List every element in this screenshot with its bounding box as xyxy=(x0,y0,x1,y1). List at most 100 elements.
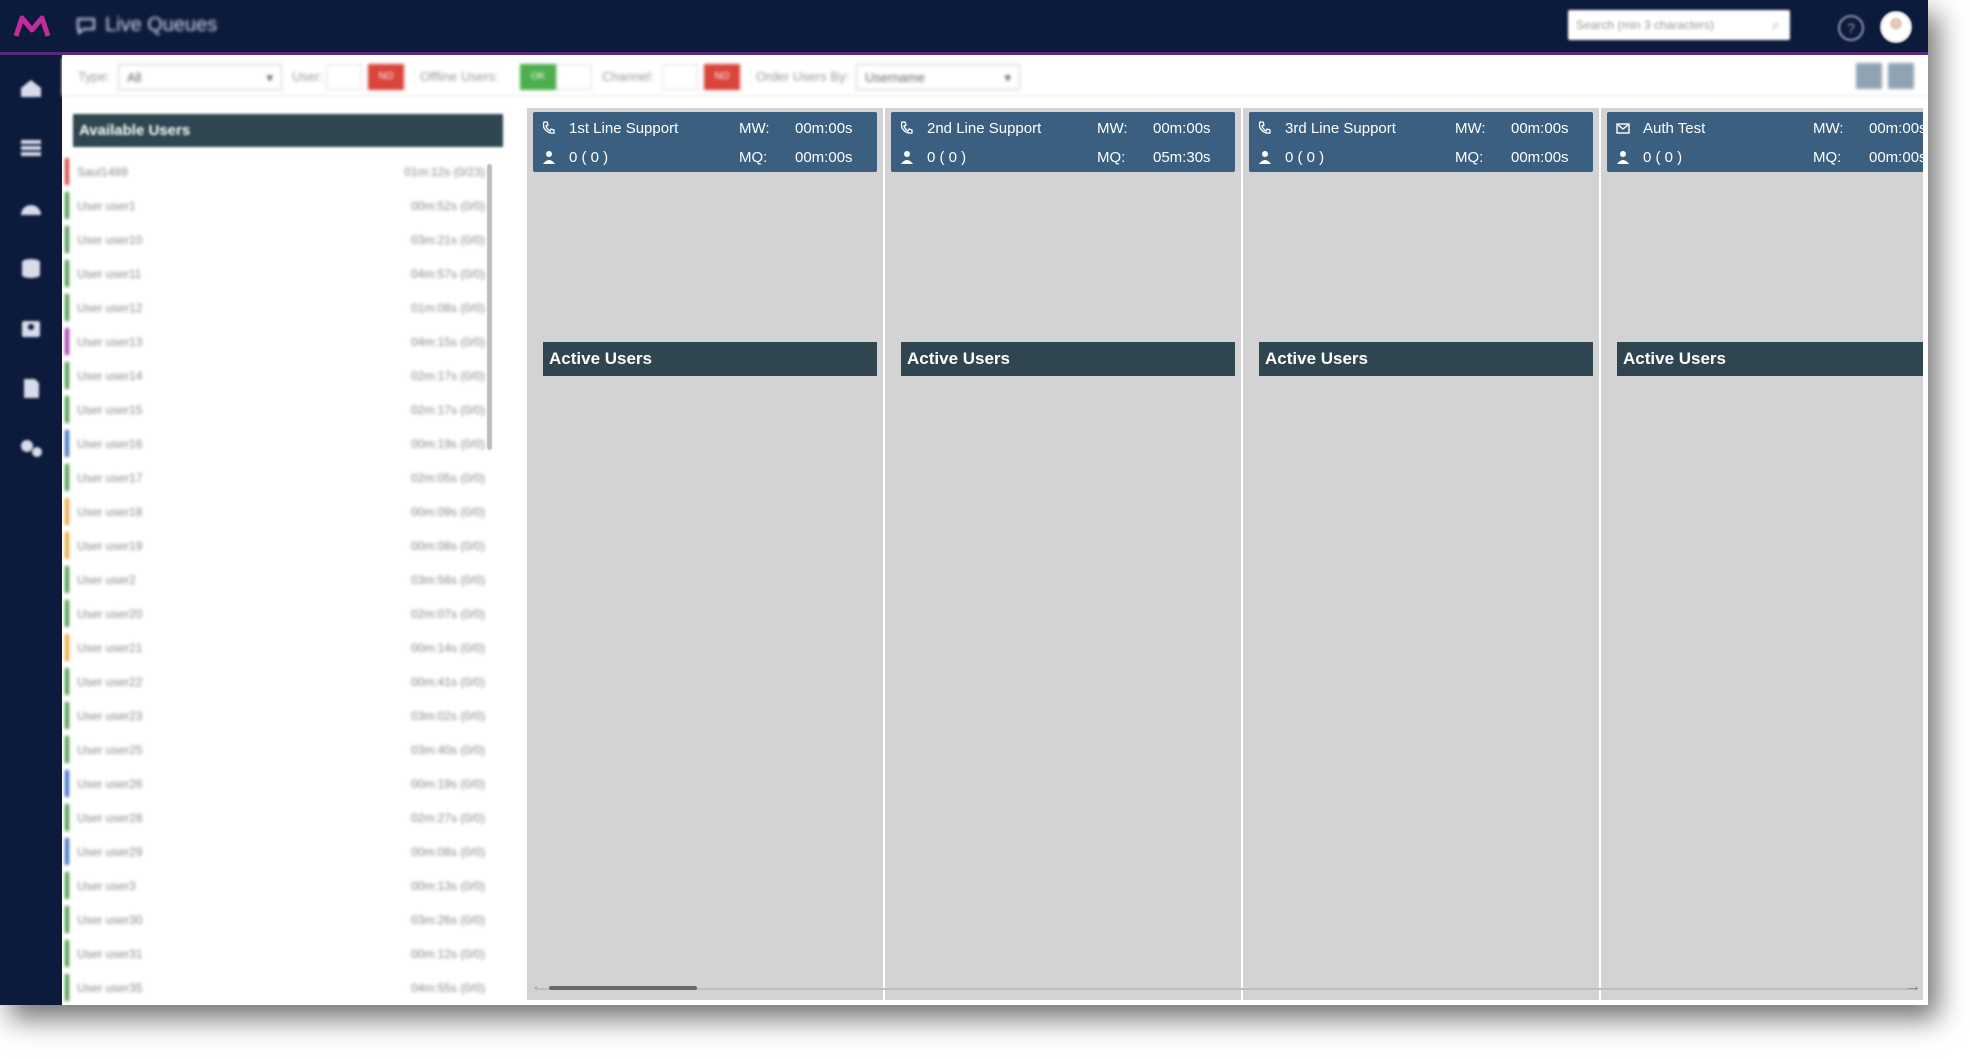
user-name: User user25 xyxy=(77,743,143,757)
mw-value: 00m:00s xyxy=(1511,120,1569,137)
mq-label: MQ: xyxy=(1455,149,1484,166)
list-item[interactable]: User user25 03m:40s (0/0) xyxy=(65,736,485,763)
user-status-bar xyxy=(65,294,69,321)
scroll-right-icon[interactable]: → xyxy=(1905,978,1921,996)
user-time: 04m:15s (0/0) xyxy=(410,335,485,349)
offline-users-toggle[interactable]: OK xyxy=(520,64,556,90)
list-item[interactable]: User user20 02m:07s (0/0) xyxy=(65,600,485,627)
queue-header[interactable]: 2nd Line Support MW: 00m:00s 0 ( 0 ) MQ: 05m:… xyxy=(891,112,1235,172)
list-item[interactable]: User user16 00m:19s (0/0) xyxy=(65,430,485,457)
list-item[interactable]: User user22 00m:41s (0/0) xyxy=(65,668,485,695)
user-list-scrollbar[interactable] xyxy=(487,164,492,450)
list-item[interactable]: User user13 04m:15s (0/0) xyxy=(65,328,485,355)
queue-header[interactable]: 3rd Line Support MW: 00m:00s 0 ( 0 ) MQ: 00m:… xyxy=(1249,112,1593,172)
list-item[interactable]: User user35 04m:55s (0/0) xyxy=(65,974,485,1001)
mq-value: 00m:00s xyxy=(795,149,853,166)
expand-button[interactable] xyxy=(1888,63,1914,89)
user-status-bar xyxy=(65,158,69,185)
user-time: 00m:13s (0/0) xyxy=(410,879,485,893)
mq-value: 05m:30s xyxy=(1153,149,1211,166)
list-item[interactable]: User user2 03m:56s (0/0) xyxy=(65,566,485,593)
queue-user-count: 0 ( 0 ) xyxy=(1643,149,1683,166)
list-item[interactable]: User user10 03m:21s (0/0) xyxy=(65,226,485,253)
user-icon xyxy=(1617,151,1629,164)
document-icon[interactable] xyxy=(18,377,44,399)
user-status-bar xyxy=(65,668,69,695)
user-time: 03m:02s (0/0) xyxy=(410,709,485,723)
list-item[interactable]: User user14 02m:17s (0/0) xyxy=(65,362,485,389)
user-time: 02m:05s (0/0) xyxy=(410,471,485,485)
dashboard-gauge-icon[interactable] xyxy=(18,197,44,219)
user-status-bar xyxy=(65,940,69,967)
queue-user-count: 0 ( 0 ) xyxy=(569,149,609,166)
queue-board-scroll-thumb[interactable] xyxy=(549,986,697,990)
database-icon[interactable] xyxy=(18,257,44,279)
user-card-icon[interactable] xyxy=(18,317,44,339)
user-name: User user30 xyxy=(77,913,143,927)
search-input[interactable]: Search (min 3 characters) ⌕ xyxy=(1568,10,1790,40)
channel-toggle-off[interactable] xyxy=(662,64,698,90)
list-item[interactable]: User user1 00m:52s (0/0) xyxy=(65,192,485,219)
home-icon[interactable] xyxy=(18,77,44,99)
user-status-bar xyxy=(65,396,69,423)
chat-bubble-icon xyxy=(77,17,95,35)
channel-toggle[interactable]: NO xyxy=(704,64,740,90)
offline-users-toggle-off[interactable] xyxy=(556,64,592,90)
list-item[interactable]: User user30 03m:26s (0/0) xyxy=(65,906,485,933)
queue-name: 3rd Line Support xyxy=(1285,120,1396,137)
list-item[interactable]: User user21 00m:14s (0/0) xyxy=(65,634,485,661)
active-users-header: Active Users xyxy=(543,342,877,376)
list-item[interactable]: User user28 02m:27s (0/0) xyxy=(65,804,485,831)
list-item[interactable]: User user31 00m:12s (0/0) xyxy=(65,940,485,967)
mq-value: 00m:00s xyxy=(1511,149,1569,166)
list-item[interactable]: User user23 03m:02s (0/0) xyxy=(65,702,485,729)
queue-header[interactable]: Auth Test MW: 00m:00s 0 ( 0 ) MQ: 00m:00s xyxy=(1607,112,1923,172)
order-users-select[interactable]: Username ▾ xyxy=(856,64,1020,90)
user-toggle[interactable]: NO xyxy=(368,64,404,90)
list-item[interactable]: User user17 02m:05s (0/0) xyxy=(65,464,485,491)
list-item[interactable]: User user11 04m:57s (0/0) xyxy=(65,260,485,287)
mw-label: MW: xyxy=(1813,120,1844,137)
list-item[interactable]: User user26 00m:19s (0/0) xyxy=(65,770,485,797)
scroll-left-icon[interactable]: ← xyxy=(531,978,547,996)
user-status-bar xyxy=(65,600,69,627)
user-toggle-off[interactable] xyxy=(326,64,362,90)
user-time: 03m:40s (0/0) xyxy=(410,743,485,757)
user-status-bar xyxy=(65,974,69,1001)
user-name: User user19 xyxy=(77,539,143,553)
phone-icon xyxy=(542,121,555,134)
user-name: User user18 xyxy=(77,505,143,519)
type-select[interactable]: All ▾ xyxy=(118,64,282,90)
grid-icon[interactable] xyxy=(18,137,44,159)
settings-gears-icon[interactable] xyxy=(18,437,44,459)
mw-value: 00m:00s xyxy=(1869,120,1923,137)
user-time: 04m:55s (0/0) xyxy=(410,981,485,995)
list-item[interactable]: User user19 00m:08s (0/0) xyxy=(65,532,485,559)
user-name: User user26 xyxy=(77,777,143,791)
list-item[interactable]: Saul1489 01m:12s (0/23) xyxy=(65,158,485,185)
avatar[interactable] xyxy=(1880,11,1912,43)
app-logo-icon[interactable] xyxy=(14,14,50,40)
user-time: 00m:19s (0/0) xyxy=(410,777,485,791)
page-title: Live Queues xyxy=(75,14,217,37)
queue-header[interactable]: 1st Line Support MW: 00m:00s 0 ( 0 ) MQ: 00m:… xyxy=(533,112,877,172)
queue-board-scroll-track[interactable] xyxy=(535,988,1915,990)
list-item[interactable]: User user15 02m:17s (0/0) xyxy=(65,396,485,423)
list-item[interactable]: User user29 00m:08s (0/0) xyxy=(65,838,485,865)
user-status-bar xyxy=(65,464,69,491)
user-status-bar xyxy=(65,260,69,287)
user-time: 00m:14s (0/0) xyxy=(410,641,485,655)
list-item[interactable]: User user12 01m:08s (0/0) xyxy=(65,294,485,321)
list-item[interactable]: User user18 00m:09s (0/0) xyxy=(65,498,485,525)
user-icon xyxy=(901,151,913,164)
user-icon xyxy=(1259,151,1271,164)
user-time: 02m:17s (0/0) xyxy=(410,369,485,383)
list-item[interactable]: User user3 00m:13s (0/0) xyxy=(65,872,485,899)
channel-label: Channel: xyxy=(602,69,655,84)
app-window: Live Queues Search (min 3 characters) ⌕ … xyxy=(0,0,1928,1005)
user-status-bar xyxy=(65,430,69,457)
search-icon[interactable]: ⌕ xyxy=(1772,16,1780,33)
active-users-header: Active Users xyxy=(1259,342,1593,376)
help-icon[interactable]: ? xyxy=(1838,15,1864,41)
grid-view-button[interactable] xyxy=(1856,63,1882,89)
